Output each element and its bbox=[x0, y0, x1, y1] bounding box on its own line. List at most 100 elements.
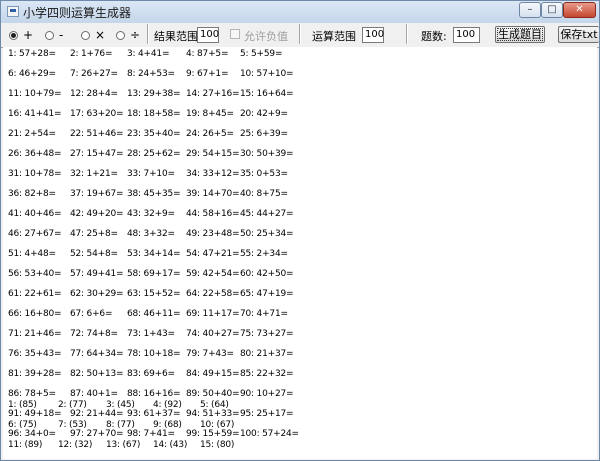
equation-item: 63: 15+52= bbox=[127, 289, 181, 299]
answer-row: 1: (85) 2: (77) 3: (45) 4: (92) 5: (64) bbox=[3, 398, 597, 418]
answer-row: 6: (75) 7: (53) 8: (77) 9: (68) 10: (67) bbox=[3, 418, 597, 438]
equation-item: 47: 25+8= bbox=[70, 229, 118, 239]
equation-item: 46: 27+67= bbox=[8, 229, 62, 239]
equation-item: 45: 44+27= bbox=[240, 209, 294, 219]
answer-item: 6: (75) bbox=[8, 420, 37, 430]
equation-item: 59: 42+54= bbox=[186, 269, 240, 279]
equation-item: 31: 10+78= bbox=[8, 169, 62, 179]
equation-row: 11: 10+79= 12: 28+4= 13: 29+38= 14: 27+16= 1… bbox=[3, 87, 597, 107]
equation-item: 4: 87+5= bbox=[186, 49, 229, 59]
answer-item: 3: (45) bbox=[106, 400, 135, 410]
radio-divide[interactable]: ÷ bbox=[116, 27, 140, 43]
maximize-button[interactable]: □ bbox=[541, 2, 563, 18]
equation-item: 40: 8+75= bbox=[240, 189, 288, 199]
close-button[interactable]: ✕ bbox=[563, 2, 596, 18]
equation-row: 36: 82+8= 37: 19+67= 38: 45+35= 39: 14+70= 4… bbox=[3, 187, 597, 207]
equation-item: 13: 29+38= bbox=[127, 89, 181, 99]
equation-item: 68: 46+11= bbox=[127, 309, 181, 319]
equation-item: 16: 41+41= bbox=[8, 109, 62, 119]
equation-item: 32: 1+21= bbox=[70, 169, 118, 179]
minimize-button[interactable]: – bbox=[519, 2, 541, 18]
toolbar-separator bbox=[406, 24, 408, 44]
equation-row: 31: 10+78= 32: 1+21= 33: 7+10= 34: 33+12= 35… bbox=[3, 167, 597, 187]
count-input[interactable]: 100 bbox=[453, 27, 480, 43]
radio-multiply[interactable]: × bbox=[81, 27, 105, 43]
output-text-area[interactable]: 1: 57+28= 2: 1+76= 3: 4+41= 4: 87+5= 5: 5+59… bbox=[3, 47, 597, 459]
equation-item: 49: 23+48= bbox=[186, 229, 240, 239]
result-range-label: 结果范围 bbox=[154, 30, 198, 43]
equation-item: 83: 69+6= bbox=[127, 369, 175, 379]
equation-item: 79: 7+43= bbox=[186, 349, 234, 359]
equation-item: 1: 57+28= bbox=[8, 49, 56, 59]
equation-item: 25: 6+39= bbox=[240, 129, 288, 139]
answer-row: 11: (89) 12: (32) 13: (67) 14: (43) 15: (80) bbox=[3, 438, 597, 458]
radio-multiply-label: × bbox=[95, 28, 106, 42]
equation-item: 23: 35+40= bbox=[127, 129, 181, 139]
app-icon bbox=[7, 6, 19, 17]
equation-item: 24: 26+5= bbox=[186, 129, 234, 139]
answer-item: 2: (77) bbox=[58, 400, 87, 410]
radio-subtract[interactable]: - bbox=[45, 27, 63, 43]
equation-item: 10: 57+10= bbox=[240, 69, 294, 79]
equation-item: 81: 39+28= bbox=[8, 369, 62, 379]
equation-item: 26: 36+48= bbox=[8, 149, 62, 159]
generate-button[interactable]: 生成题目 bbox=[495, 26, 545, 43]
equation-item: 57: 49+41= bbox=[70, 269, 124, 279]
equation-row: 51: 4+48= 52: 54+8= 53: 34+14= 54: 47+21= 55… bbox=[3, 247, 597, 267]
equation-row: 71: 21+46= 72: 74+8= 73: 1+43= 74: 40+27= 75… bbox=[3, 327, 597, 347]
equation-row: 66: 16+80= 67: 6+6= 68: 46+11= 69: 11+17= 70… bbox=[3, 307, 597, 327]
equation-item: 33: 7+10= bbox=[127, 169, 175, 179]
equation-item: 75: 73+27= bbox=[240, 329, 294, 339]
app-window: 小学四则运算生成器 – □ ✕ + - × ÷ 结果范围 100 允许负值 运算… bbox=[0, 0, 600, 461]
equation-item: 62: 30+29= bbox=[70, 289, 124, 299]
equation-item: 3: 4+41= bbox=[127, 49, 170, 59]
equation-item: 60: 42+50= bbox=[240, 269, 294, 279]
equation-item: 11: 10+79= bbox=[8, 89, 62, 99]
equation-item: 78: 10+18= bbox=[127, 349, 181, 359]
equation-item: 7: 26+27= bbox=[70, 69, 118, 79]
equation-item: 48: 3+32= bbox=[127, 229, 175, 239]
equation-row: 46: 27+67= 47: 25+8= 48: 3+32= 49: 23+48= 50… bbox=[3, 227, 597, 247]
answer-item: 13: (67) bbox=[106, 440, 141, 450]
equation-item: 5: 5+59= bbox=[240, 49, 283, 59]
equation-row: 6: 46+29= 7: 26+27= 8: 24+53= 9: 67+1= 10: 5… bbox=[3, 67, 597, 87]
equation-item: 34: 33+12= bbox=[186, 169, 240, 179]
equation-item: 80: 21+37= bbox=[240, 349, 294, 359]
equation-item: 19: 8+45= bbox=[186, 109, 234, 119]
equation-item: 44: 58+16= bbox=[186, 209, 240, 219]
equation-item: 73: 1+43= bbox=[127, 329, 175, 339]
operand-range-input[interactable]: 100 bbox=[362, 27, 384, 43]
answer-item: 10: (67) bbox=[200, 420, 235, 430]
save-txt-button[interactable]: 保存txt bbox=[558, 26, 599, 43]
radio-multiply-indicator bbox=[81, 30, 90, 40]
equation-row: 16: 41+41= 17: 63+20= 18: 18+58= 19: 8+45= 2… bbox=[3, 107, 597, 127]
equation-item: 71: 21+46= bbox=[8, 329, 62, 339]
answer-item: 4: (92) bbox=[153, 400, 182, 410]
equation-row: 76: 35+43= 77: 64+34= 78: 10+18= 79: 7+43= 8… bbox=[3, 347, 597, 367]
answer-item: 14: (43) bbox=[153, 440, 188, 450]
equation-row: 1: 57+28= 2: 1+76= 3: 4+41= 4: 87+5= 5: 5+59… bbox=[3, 47, 597, 67]
equation-item: 69: 11+17= bbox=[186, 309, 240, 319]
equation-item: 17: 63+20= bbox=[70, 109, 124, 119]
radio-divide-indicator bbox=[116, 30, 125, 40]
equation-item: 38: 45+35= bbox=[127, 189, 181, 199]
allow-negative-checkbox[interactable] bbox=[230, 29, 240, 39]
result-range-input[interactable]: 100 bbox=[197, 27, 219, 43]
equation-item: 76: 35+43= bbox=[8, 349, 62, 359]
equation-item: 84: 49+15= bbox=[186, 369, 240, 379]
answer-item: 11: (89) bbox=[8, 440, 43, 450]
equation-item: 53: 34+14= bbox=[127, 249, 181, 259]
title-bar[interactable]: 小学四则运算生成器 – □ ✕ bbox=[1, 1, 599, 23]
equation-item: 28: 25+62= bbox=[127, 149, 181, 159]
equation-item: 6: 46+29= bbox=[8, 69, 56, 79]
equation-item: 39: 14+70= bbox=[186, 189, 240, 199]
allow-negative-label: 允许负值 bbox=[244, 30, 288, 43]
equation-item: 56: 53+40= bbox=[8, 269, 62, 279]
operand-range-label: 运算范围 bbox=[312, 30, 356, 43]
equation-item: 43: 32+9= bbox=[127, 209, 175, 219]
radio-add-label: + bbox=[23, 28, 34, 42]
equation-item: 50: 25+34= bbox=[240, 229, 294, 239]
answer-item: 7: (53) bbox=[58, 420, 87, 430]
answer-item: 1: (85) bbox=[8, 400, 37, 410]
radio-add[interactable]: + bbox=[9, 27, 33, 43]
